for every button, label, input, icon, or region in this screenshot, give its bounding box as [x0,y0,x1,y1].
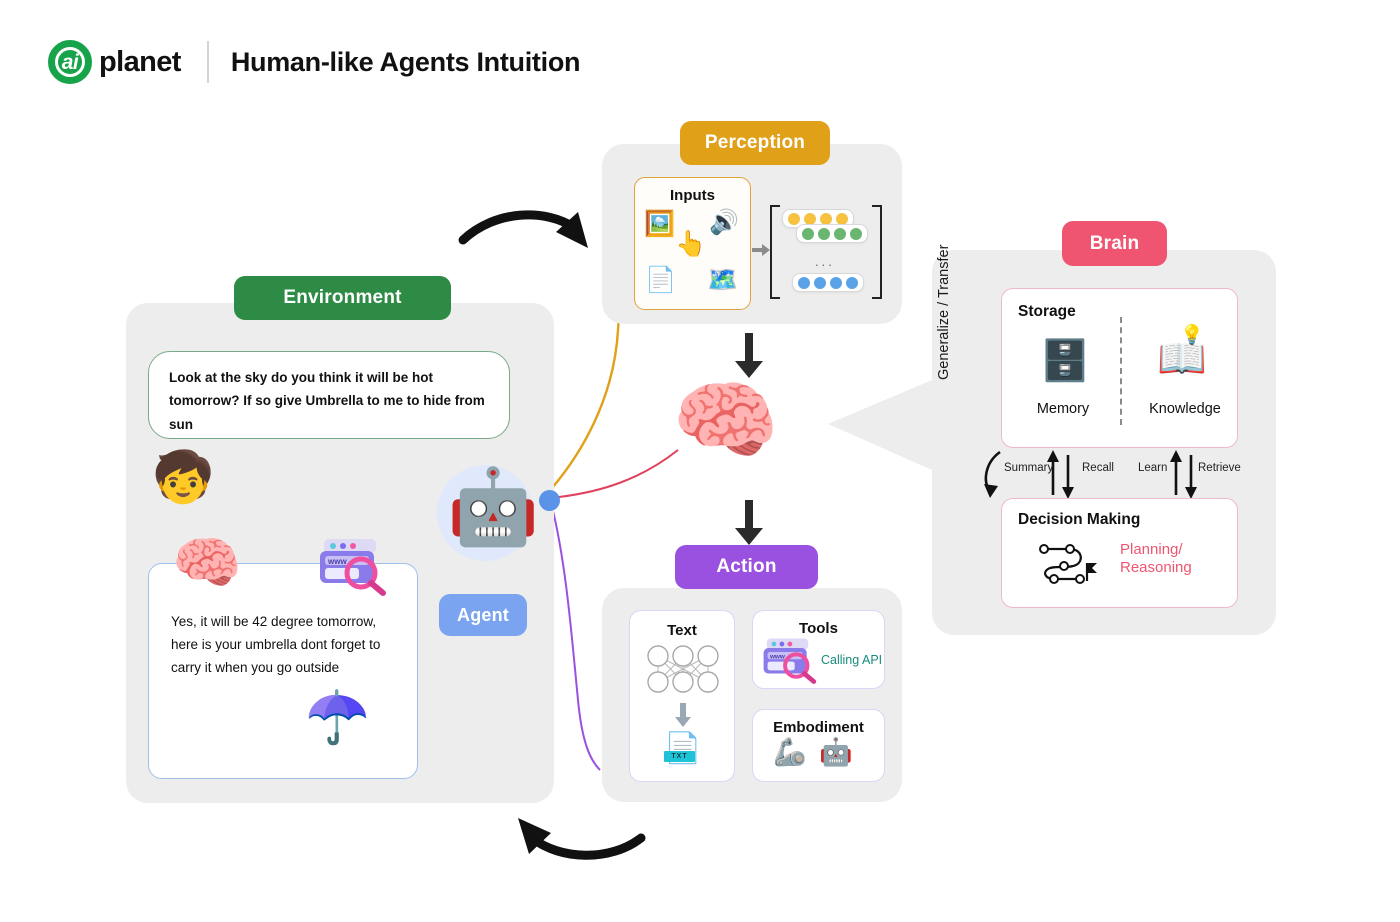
browser-search-icon: www [762,635,821,690]
storage-title: Storage [1018,303,1076,320]
agent-pill[interactable]: Agent [439,594,527,636]
brain-emoji-icon: 🧠 [172,531,242,594]
planning-line-2: Reasoning [1120,559,1192,577]
generalize-transfer-label: Generalize / Transfer [936,244,952,380]
path-flag-icon [1034,539,1100,592]
perception-flow-arrow-icon [752,243,770,261]
brain-pill[interactable]: Brain [1062,221,1167,266]
matrix-row-2 [792,273,864,292]
txt-badge: TXT [664,751,695,762]
storage-divider [1120,317,1122,425]
action-to-env-arrow-icon [518,818,646,860]
action-embodiment-title: Embodiment [773,719,864,736]
action-embodiment-card: Embodiment 🦾 🤖 [752,709,885,782]
ai-planet-logo-icon: ai [48,40,92,84]
svg-text:www: www [327,557,347,566]
action-tools-card: Tools www Calling API [752,610,885,689]
map-pin-icon: 🗺️ [707,266,739,294]
planning-line-1: Planning/ [1120,541,1183,558]
svg-text:www: www [769,653,785,660]
calling-api-label: Calling API [821,653,883,667]
env-to-perception-arrow-icon [458,210,588,248]
bulb-icon: 💡 [1180,325,1204,346]
link-label-retrieve: Retrieve [1198,462,1241,474]
decision-making-title: Decision Making [1018,511,1141,528]
browser-search-icon: www [318,535,392,597]
header-divider [206,41,209,83]
umbrella-emoji-icon: ☂️ [305,689,370,747]
action-text-title: Text [667,622,697,639]
user-message-text: Look at the sky do you think it will be … [169,370,485,432]
decision-making-card: Decision Making Planning/ Reasoning [1001,498,1238,608]
page-header: ai planet Human-like Agents Intuition [48,36,581,88]
robot-avatar-icon: 🤖 [447,465,540,548]
speaker-icon: 🔊 [709,209,739,236]
pink-brain-icon: 🧠 [672,373,780,469]
link-label-recall: Recall [1082,462,1114,474]
robot-hand-icon: 🦾 [773,737,807,767]
matrix-bracket-left [770,205,780,299]
inputs-card: Inputs 🖼️ 🔊 👆 📄 🗺️ [634,177,751,310]
image-icon: 🖼️ [644,210,676,238]
boy-emoji-icon: 🧒 [152,449,215,505]
logo-planet-text: planet [99,45,181,78]
memory-label: Memory [1036,401,1090,417]
page-title: Human-like Agents Intuition [230,46,581,77]
environment-pill[interactable]: Environment [234,276,451,320]
down-arrow-icon [674,703,692,732]
brain-to-action-arrow-icon [734,500,764,550]
action-pill[interactable]: Action [675,545,818,589]
planning-reasoning-label: Planning/ Reasoning [1120,541,1192,578]
embedding-matrix: ... [770,205,882,299]
agent-connector-dot [539,490,560,511]
diagram-canvas: ai planet Human-like Agents Intuition En… [0,0,1400,922]
robot-body-icon: 🤖 [819,737,853,767]
matrix-bracket-right [872,205,882,299]
user-message-bubble: Look at the sky do you think it will be … [148,351,510,439]
document-icon: 📄 [645,266,677,294]
action-link-curve [550,502,601,771]
knowledge-label: Knowledge [1149,401,1221,417]
link-label-learn: Learn [1138,462,1168,474]
storage-card: Storage 🗄️ Memory 📖 💡 Knowledge [1001,288,1238,448]
agent-message-text: Yes, it will be 42 degree tomorrow, here… [171,614,381,676]
touch-hand-icon: 👆 [675,230,707,258]
database-icon: 🗄️ [1040,339,1090,383]
action-text-card: Text 📄 TXT [629,610,735,782]
link-label-summary: Summary [1004,462,1054,474]
matrix-row-1 [796,224,868,243]
matrix-ellipsis: ... [815,254,835,269]
neural-network-icon [644,643,722,700]
logo-ai-text: ai [61,50,79,74]
inputs-title: Inputs [670,187,715,204]
brain-link-curve [558,449,679,498]
perception-pill[interactable]: Perception [680,121,830,165]
